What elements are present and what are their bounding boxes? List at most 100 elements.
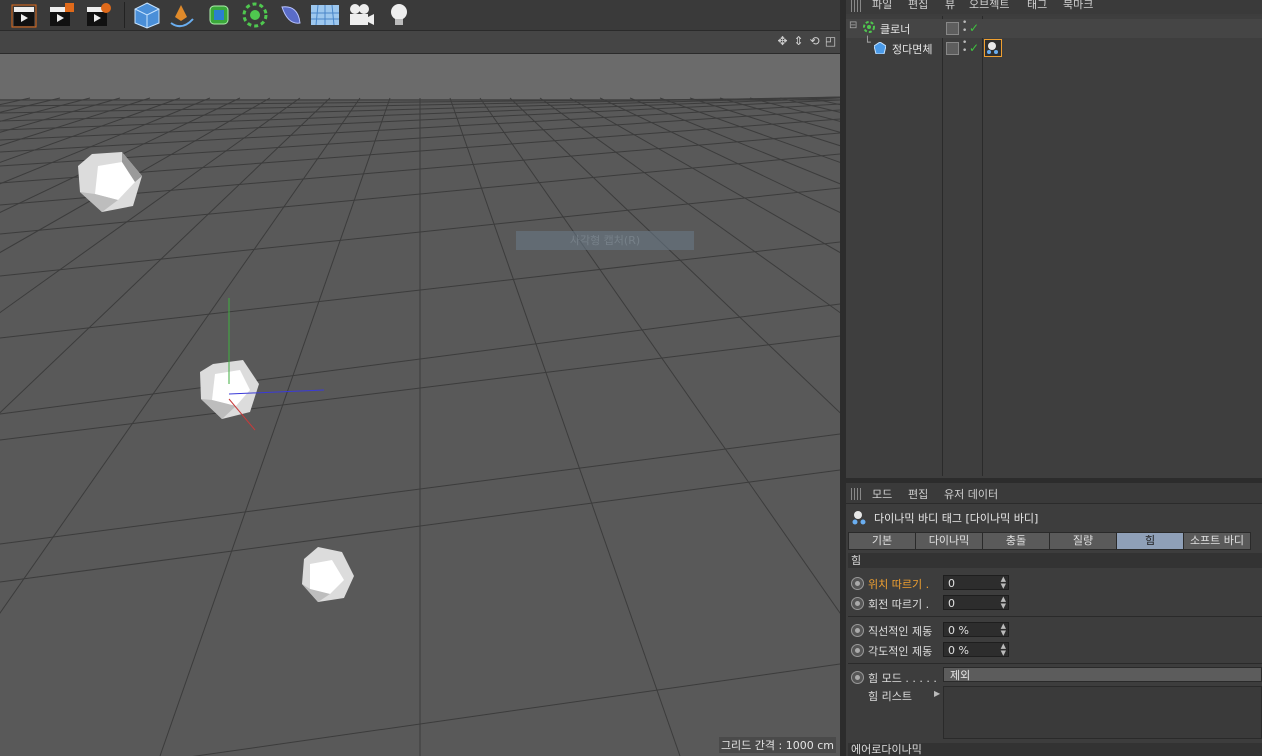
light-icon[interactable] <box>384 1 414 29</box>
dynamics-body-tag-icon[interactable] <box>984 39 1002 57</box>
object-manager: 파일 편집 뷰 오브젝트 태그 북마크 ⊟ 클로너 • • ✓ └ 정다면체 • • <box>846 0 1262 478</box>
layer-flag[interactable] <box>946 22 959 35</box>
menu-view[interactable]: 뷰 <box>945 0 955 12</box>
main-toolbar <box>0 0 845 31</box>
tab-mass[interactable]: 질량 <box>1049 532 1117 550</box>
spinner-arrows-icon[interactable]: ▲ ▼ <box>1001 643 1006 657</box>
tab-soft-body[interactable]: 소프트 바디 <box>1183 532 1251 550</box>
pen-spline-icon[interactable] <box>167 1 197 29</box>
maximize-view-icon[interactable]: ◰ <box>824 35 837 48</box>
animate-radio[interactable] <box>851 577 864 590</box>
field-value: 0 % <box>948 644 969 657</box>
enabled-check[interactable]: ✓ <box>969 21 979 35</box>
menu-bookmarks[interactable]: 북마크 <box>1063 0 1093 12</box>
tree-branch-line: └ <box>864 36 871 49</box>
grid-line <box>539 97 840 314</box>
menu-user-data[interactable]: 유저 데이터 <box>944 486 998 502</box>
rotate-view-icon[interactable]: ⟲ <box>808 35 821 48</box>
menu-edit[interactable]: 편집 <box>908 0 928 12</box>
panel-grip-icon[interactable] <box>851 0 863 12</box>
platonic-clone-1[interactable] <box>78 152 142 212</box>
spinner-arrows-icon[interactable]: ▲ ▼ <box>1001 623 1006 637</box>
render-view-icon[interactable] <box>10 1 40 29</box>
visibility-dots[interactable]: • • <box>962 19 967 36</box>
animate-radio[interactable] <box>851 671 864 684</box>
attribute-manager: 모드 편집 유저 데이터 다이나믹 바디 태그 [다이나믹 바디] 기본 다이나… <box>846 483 1262 756</box>
param-follow-position: 위치 따르기 . 0 ▲ ▼ <box>848 574 1262 592</box>
render-picture-viewer-icon[interactable] <box>47 1 77 29</box>
tree-collapse-icon[interactable]: ⊟ <box>849 20 857 31</box>
object-row-cloner[interactable]: ⊟ 클로너 • • ✓ <box>846 19 1262 38</box>
param-label: 위치 따르기 . <box>868 578 930 591</box>
angular-damping-input[interactable]: 0 % ▲ ▼ <box>943 642 1009 657</box>
attribute-title: 다이나믹 바디 태그 [다이나믹 바디] <box>874 512 1039 525</box>
object-row-platonic[interactable]: └ 정다면체 • • ✓ <box>846 36 1262 58</box>
tab-collision[interactable]: 충돌 <box>982 532 1050 550</box>
platonic-clone-3[interactable] <box>302 547 354 602</box>
edit-render-settings-icon[interactable] <box>84 1 114 29</box>
object-name[interactable]: 클로너 <box>880 21 910 37</box>
spinner-arrows-icon[interactable]: ▲ ▼ <box>1001 596 1006 610</box>
param-label: 힘 리스트 <box>868 690 912 703</box>
force-list-box[interactable] <box>943 686 1262 739</box>
grid-line <box>0 97 301 314</box>
visibility-dots[interactable]: • • <box>962 39 967 56</box>
move-view-icon[interactable]: ✥ <box>776 35 789 48</box>
grid-line <box>779 97 840 113</box>
grid-line <box>509 97 840 414</box>
object-manager-menu: 파일 편집 뷰 오브젝트 태그 북마크 <box>846 0 1262 14</box>
param-label: 힘 모드 . . . . . <box>868 672 937 685</box>
3d-viewport[interactable]: 사각형 캡처(R) 그리드 간격 : 1000 cm <box>0 54 840 756</box>
spinner-arrows-icon[interactable]: ▲ ▼ <box>1001 576 1006 590</box>
array-cloner-icon[interactable] <box>240 1 270 29</box>
platonic-icon <box>873 41 887 57</box>
section-heading: 힘 <box>848 553 1262 568</box>
grid-line <box>749 97 840 122</box>
camera-icon[interactable] <box>346 1 376 29</box>
follow-position-input[interactable]: 0 ▲ ▼ <box>943 575 1009 590</box>
field-value: 0 <box>948 577 955 590</box>
menu-tags[interactable]: 태그 <box>1027 0 1047 12</box>
force-mode-dropdown[interactable]: 제외 <box>943 667 1262 682</box>
grid-line <box>159 97 391 756</box>
follow-rotation-input[interactable]: 0 ▲ ▼ <box>943 595 1009 610</box>
grid-line <box>569 97 840 254</box>
grid-line <box>599 97 840 213</box>
object-list: ⊟ 클로너 • • ✓ └ 정다면체 • • ✓ <box>846 16 1262 478</box>
object-name[interactable]: 정다면체 <box>892 41 932 57</box>
tab-dynamics[interactable]: 다이나믹 <box>915 532 983 550</box>
animate-radio[interactable] <box>851 644 864 657</box>
floor-environment-icon[interactable] <box>310 1 340 29</box>
grid-line <box>449 97 681 756</box>
expand-arrow-icon[interactable]: ▶ <box>934 689 940 698</box>
dynamics-body-tag-icon <box>851 509 869 530</box>
param-angular-damping: 각도적인 제동 0 % ▲ ▼ <box>848 641 1262 659</box>
tab-force[interactable]: 힘 <box>1116 532 1184 550</box>
menu-mode[interactable]: 모드 <box>872 486 892 502</box>
cube-icon[interactable] <box>132 1 162 29</box>
panel-grip-icon[interactable] <box>851 488 863 500</box>
param-label: 각도적인 제동 <box>868 645 933 658</box>
menu-file[interactable]: 파일 <box>872 0 892 12</box>
grid-spacing-readout: 그리드 간격 : 1000 cm <box>718 737 836 753</box>
grid-line <box>0 97 331 414</box>
grid-line <box>809 97 840 106</box>
grid-line <box>689 97 840 147</box>
menu-objects[interactable]: 오브젝트 <box>969 0 1009 12</box>
cloner-icon <box>862 20 876 37</box>
menu-edit[interactable]: 편집 <box>908 486 928 502</box>
animate-radio[interactable] <box>851 597 864 610</box>
zoom-view-icon[interactable]: ⇕ <box>792 35 805 48</box>
scene-canvas <box>0 54 840 756</box>
attribute-tabs: 기본 다이나믹 충돌 질량 힘 소프트 바디 <box>848 532 1262 550</box>
deformer-icon[interactable] <box>276 1 306 29</box>
layer-flag[interactable] <box>946 42 959 55</box>
animate-radio[interactable] <box>851 624 864 637</box>
linear-damping-input[interactable]: 0 % ▲ ▼ <box>943 622 1009 637</box>
tab-basic[interactable]: 기본 <box>848 532 916 550</box>
grid-line <box>659 97 840 163</box>
subdivision-surface-icon[interactable] <box>204 1 234 29</box>
enabled-check[interactable]: ✓ <box>969 41 979 55</box>
param-label: 회전 따르기 . <box>868 598 930 611</box>
param-label: 직선적인 제동 <box>868 625 933 638</box>
